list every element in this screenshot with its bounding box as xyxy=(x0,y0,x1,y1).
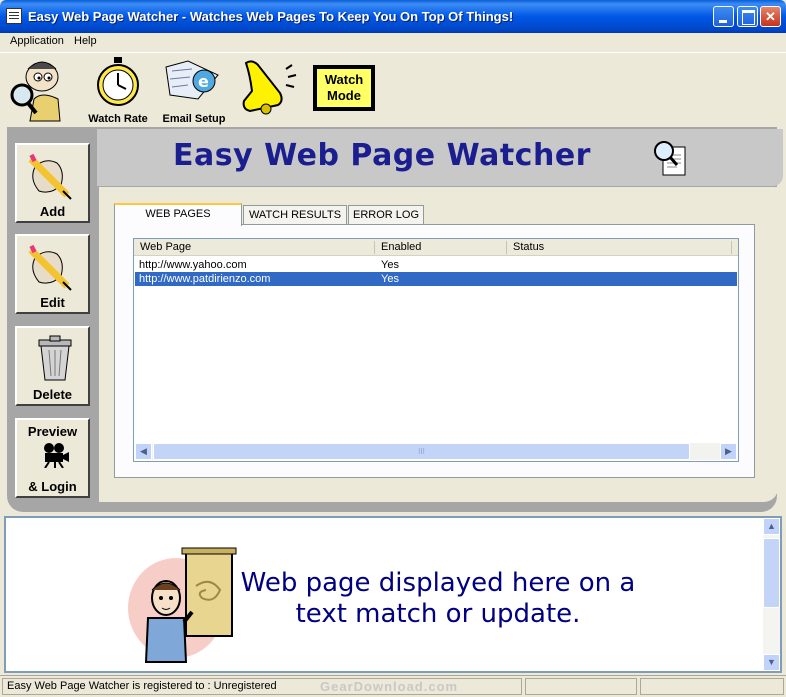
preview-login-button[interactable]: Preview & Login xyxy=(15,418,90,498)
toolbar-watcher-button[interactable] xyxy=(8,55,78,125)
menu-application[interactable]: Application xyxy=(10,35,64,47)
web-pages-list[interactable]: Web Page Enabled Status http://www.yahoo… xyxy=(133,238,739,462)
email-setup-label: Email Setup xyxy=(162,113,226,125)
alert-bell-button[interactable] xyxy=(236,55,298,117)
page-preview-area[interactable]: Web page displayed here on a text match … xyxy=(4,516,782,673)
table-row[interactable]: http://www.patdirienzo.com Yes xyxy=(135,272,737,286)
watch-mode-button[interactable]: Watch Mode xyxy=(313,65,375,111)
preview-label: Preview xyxy=(27,424,78,439)
preview-message-line-2: text match or update. xyxy=(295,599,581,629)
watch-rate-button[interactable]: Watch Rate xyxy=(86,55,150,125)
detective-icon xyxy=(10,61,61,122)
column-web-page[interactable]: Web Page xyxy=(140,241,191,253)
movie-camera-icon xyxy=(44,443,69,468)
status-pane-2 xyxy=(525,678,637,695)
add-button[interactable]: Add xyxy=(15,143,90,223)
pencil-hand-icon xyxy=(28,244,72,291)
list-header: Web Page Enabled Status xyxy=(134,239,738,256)
email-setup-button[interactable]: e Email Setup xyxy=(158,55,230,125)
banner-title: Easy Web Page Watcher xyxy=(173,138,591,173)
maximize-button[interactable] xyxy=(737,6,758,27)
app-icon[interactable] xyxy=(6,8,22,24)
title-bar: Easy Web Page Watcher - Watches Web Page… xyxy=(0,0,786,33)
document-magnifier-icon xyxy=(654,141,686,176)
svg-text:e: e xyxy=(198,72,209,91)
horizontal-scrollbar[interactable]: ◀ III ▶ xyxy=(135,443,737,460)
edit-button[interactable]: Edit xyxy=(15,234,90,314)
scroll-thumb[interactable] xyxy=(763,538,780,608)
scroll-thumb[interactable]: III xyxy=(153,443,690,460)
pencil-hand-icon xyxy=(28,153,72,200)
table-row[interactable]: http://www.yahoo.com Yes xyxy=(135,258,737,272)
preview-message-line-1: Web page displayed here on a xyxy=(240,568,636,598)
watch-mode-label-2: Mode xyxy=(327,88,361,103)
delete-label: Delete xyxy=(32,387,73,402)
add-label: Add xyxy=(39,204,66,219)
preview-message: Web page displayed here on a text match … xyxy=(238,568,638,630)
trash-can-icon xyxy=(38,335,72,381)
vertical-scrollbar[interactable]: ▲ ▼ xyxy=(763,518,780,671)
scroll-down-icon[interactable]: ▼ xyxy=(763,654,780,671)
minimize-button[interactable] xyxy=(713,6,734,27)
scroll-right-icon[interactable]: ▶ xyxy=(720,443,737,460)
presenter-illustration xyxy=(128,547,237,663)
stopwatch-icon xyxy=(97,57,139,106)
tab-watch-results[interactable]: WATCH RESULTS xyxy=(243,205,347,225)
scroll-left-icon[interactable]: ◀ xyxy=(135,443,152,460)
status-pane-3 xyxy=(640,678,784,695)
scroll-up-icon[interactable]: ▲ xyxy=(763,518,780,535)
row-url: http://www.patdirienzo.com xyxy=(139,273,271,285)
row-enabled: Yes xyxy=(381,259,399,271)
web-pages-panel: Web Page Enabled Status http://www.yahoo… xyxy=(114,224,755,478)
tab-error-log[interactable]: ERROR LOG xyxy=(348,205,424,225)
toolbar: Watch Rate e Email Setup Watch Mode xyxy=(0,52,786,126)
column-status[interactable]: Status xyxy=(513,241,544,253)
watch-mode-label-1: Watch xyxy=(324,72,364,87)
email-icon: e xyxy=(165,60,219,100)
banner: Easy Web Page Watcher xyxy=(97,129,783,186)
window-title: Easy Web Page Watcher - Watches Web Page… xyxy=(28,9,514,24)
menu-bar: Application Help xyxy=(0,33,786,51)
row-url: http://www.yahoo.com xyxy=(139,259,247,271)
watermark: GearDownload.com xyxy=(320,679,459,694)
menu-help[interactable]: Help xyxy=(74,35,97,47)
tab-web-pages[interactable]: WEB PAGES xyxy=(114,203,242,226)
delete-button[interactable]: Delete xyxy=(15,326,90,406)
bell-icon xyxy=(242,60,297,115)
edit-label: Edit xyxy=(40,295,65,310)
close-button[interactable]: ✕ xyxy=(760,6,781,27)
column-enabled[interactable]: Enabled xyxy=(381,241,421,253)
login-label: & Login xyxy=(28,479,77,494)
row-enabled: Yes xyxy=(381,273,399,285)
watch-rate-label: Watch Rate xyxy=(88,113,148,125)
